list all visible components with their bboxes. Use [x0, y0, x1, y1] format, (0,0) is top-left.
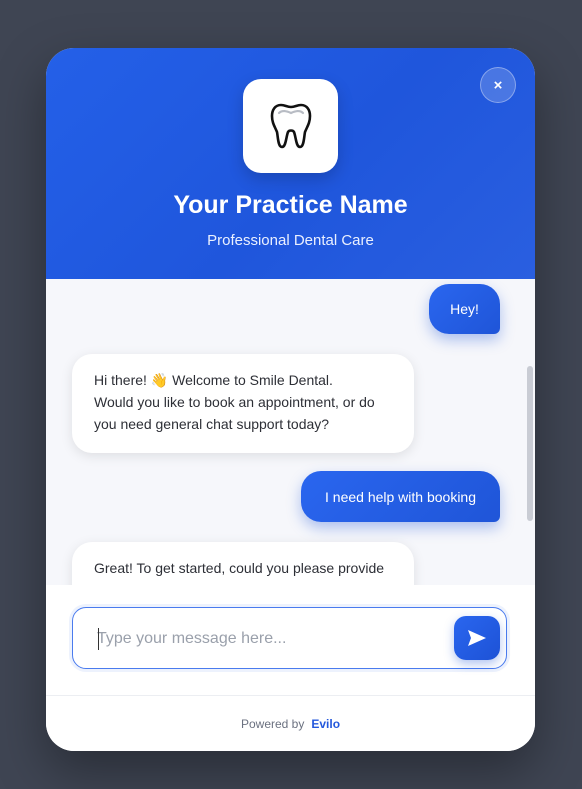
user-message: Hey! — [429, 284, 500, 334]
message-input-wrapper — [72, 607, 507, 669]
tooth-icon — [270, 103, 311, 149]
bot-message: Great! To get started, could you please … — [72, 542, 414, 585]
practice-tagline: Professional Dental Care — [207, 232, 374, 249]
practice-name: Your Practice Name — [173, 191, 408, 219]
message-line: you need general chat support today? — [94, 416, 330, 432]
message-composer — [46, 585, 535, 695]
chat-widget: × Your Practice Name Professional Dental… — [46, 48, 535, 751]
user-message: I need help with booking — [301, 471, 500, 522]
send-icon — [468, 630, 486, 646]
close-button[interactable]: × — [480, 67, 516, 103]
message-line: Hi there! 👋 Welcome to Smile Dental. — [94, 372, 333, 388]
message-line: Great! To get started, could you please … — [94, 560, 385, 576]
message-line: Would you like to book an appointment, o… — [94, 394, 375, 410]
scrollbar-thumb[interactable] — [527, 366, 533, 521]
message-text: I need help with booking — [325, 488, 476, 505]
message-list[interactable]: Hey! Hi there! 👋 Welcome to Smile Dental… — [46, 279, 535, 585]
brand-link[interactable]: Evilo — [311, 717, 340, 731]
message-text: Hey! — [450, 301, 479, 317]
bot-message: Hi there! 👋 Welcome to Smile Dental. Wou… — [72, 354, 414, 453]
powered-by-label: Powered by — [240, 716, 305, 731]
send-button[interactable] — [454, 616, 500, 660]
footer: Powered by Evilo — [46, 695, 535, 751]
close-icon: × — [493, 76, 503, 94]
text-cursor — [98, 628, 99, 650]
message-input[interactable] — [97, 626, 437, 652]
practice-logo — [243, 79, 338, 173]
chat-header: × Your Practice Name Professional Dental… — [46, 48, 535, 279]
